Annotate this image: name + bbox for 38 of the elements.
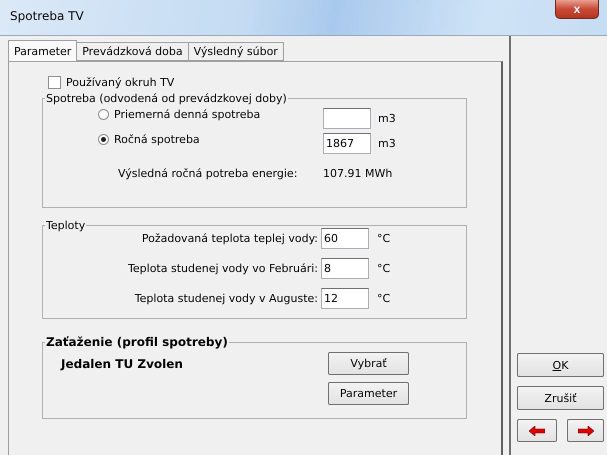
input-field[interactable]: 12 bbox=[321, 288, 369, 309]
profile-name: Jedalen TU Zvolen bbox=[59, 356, 184, 371]
radio-button[interactable] bbox=[98, 109, 109, 120]
parameter-button[interactable]: Parameter bbox=[328, 382, 409, 405]
checkbox-label: Používaný okruh TV bbox=[66, 76, 174, 88]
tab[interactable]: Parameter bbox=[8, 40, 78, 61]
checkbox[interactable] bbox=[48, 76, 61, 88]
input-field[interactable] bbox=[323, 108, 371, 129]
left-arrow-icon bbox=[529, 426, 545, 436]
group-title: Zaťaženie (profil spotreby) bbox=[45, 335, 229, 349]
group-title: Teploty bbox=[45, 219, 86, 232]
unit-label: °C bbox=[377, 232, 390, 245]
input-field[interactable]: 8 bbox=[321, 258, 369, 279]
field-label: Požadovaná teplota teplej vody: bbox=[140, 232, 318, 245]
radio-button[interactable] bbox=[98, 134, 109, 145]
radio-label: Priemerná denná spotreba bbox=[114, 108, 260, 121]
field-label: Teplota studenej vody vo Februári: bbox=[127, 262, 318, 275]
input-field[interactable]: 60 bbox=[321, 228, 369, 249]
window-title: Spotreba TV bbox=[10, 8, 84, 22]
next-button[interactable] bbox=[567, 419, 604, 442]
tab[interactable]: Prevádzková doba bbox=[76, 42, 189, 61]
input-field[interactable]: 1867 bbox=[323, 133, 371, 154]
previous-button[interactable] bbox=[517, 419, 557, 442]
tab[interactable]: Výsledný súbor bbox=[188, 42, 284, 61]
group-title: Spotreba (odvodená od prevádzkovej doby) bbox=[45, 92, 288, 105]
unit-label: °C bbox=[377, 292, 390, 305]
unit-label: m3 bbox=[378, 112, 396, 125]
result-label: Výsledná ročná potreba energie: bbox=[118, 167, 298, 180]
result-value: 107.91 MWh bbox=[323, 167, 392, 180]
ok-button[interactable]: OK bbox=[517, 353, 604, 377]
radio-label: Ročná spotreba bbox=[114, 133, 200, 146]
close-button[interactable]: x bbox=[555, 0, 599, 18]
unit-label: m3 bbox=[378, 137, 396, 150]
right-arrow-icon bbox=[578, 426, 594, 436]
field-label: Teplota studenej vody v Auguste: bbox=[134, 292, 318, 305]
select-button[interactable]: Vybrať bbox=[328, 352, 409, 375]
unit-label: °C bbox=[377, 262, 390, 275]
cancel-button[interactable]: Zrušiť bbox=[517, 386, 604, 410]
